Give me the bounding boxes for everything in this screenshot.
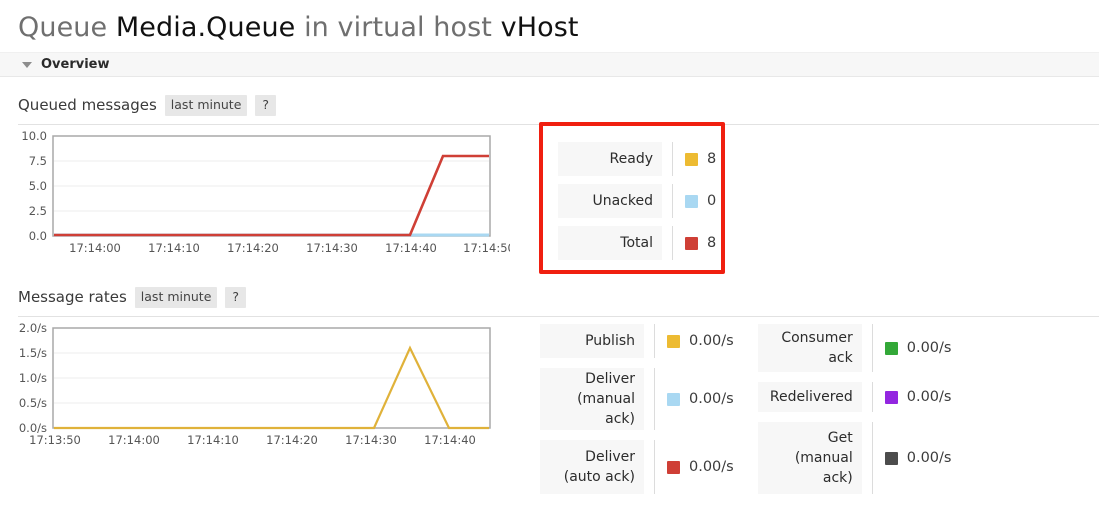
svg-text:17:13:50: 17:13:50 bbox=[29, 433, 81, 445]
legend-label-publish: Publish bbox=[540, 324, 644, 358]
message-rates-legend-left: Publish 0.00/s Deliver (manual ack) 0.00… bbox=[540, 324, 734, 504]
legend-value-consumer-ack: 0.00/s bbox=[873, 324, 952, 372]
legend-number-deliver-auto-ack: 0.00/s bbox=[689, 459, 734, 475]
message-rates-chart: 2.0/s 1.5/s 1.0/s 0.5/s 0.0/s 17:13:50 1… bbox=[0, 320, 510, 445]
legend-label-redelivered: Redelivered bbox=[757, 382, 862, 412]
legend-value-get-manual-ack: 0.00/s bbox=[873, 422, 952, 494]
legend-value-unacked: 0 bbox=[673, 184, 716, 218]
color-swatch-deliver-manual-ack bbox=[667, 392, 680, 406]
svg-text:1.0/s: 1.0/s bbox=[19, 371, 47, 385]
queued-messages-chart: 10.0 7.5 5.0 2.5 0.0 17:14:00 17:14:10 1… bbox=[0, 128, 510, 253]
message-rates-header: Message rates last minute ? bbox=[0, 284, 1099, 317]
section-header-overview[interactable]: Overview bbox=[0, 52, 1099, 77]
color-swatch-total bbox=[685, 236, 698, 250]
legend-value-publish: 0.00/s bbox=[655, 324, 734, 358]
message-rates-period-button[interactable]: last minute bbox=[134, 286, 218, 308]
legend-label-get-manual-ack: Get (manual ack) bbox=[757, 422, 862, 494]
section-header-label: Overview bbox=[41, 57, 110, 72]
legend-row: Deliver (manual ack) 0.00/s bbox=[540, 368, 734, 430]
legend-number-total: 8 bbox=[707, 235, 717, 251]
svg-text:17:14:50: 17:14:50 bbox=[463, 241, 510, 253]
page-title-vhost: vHost bbox=[500, 12, 579, 43]
triangle-down-icon[interactable] bbox=[22, 61, 32, 68]
svg-text:17:14:40: 17:14:40 bbox=[424, 433, 476, 445]
color-swatch-consumer-ack bbox=[884, 341, 898, 355]
legend-value-ready: 8 bbox=[673, 142, 716, 176]
svg-text:17:14:40: 17:14:40 bbox=[385, 241, 437, 253]
svg-text:17:14:30: 17:14:30 bbox=[345, 433, 397, 445]
svg-text:0.0: 0.0 bbox=[29, 229, 47, 243]
svg-text:2.0/s: 2.0/s bbox=[19, 321, 47, 335]
page-title-prefix: Queue bbox=[18, 12, 108, 43]
legend-row: Unacked 0 bbox=[558, 184, 716, 218]
legend-number-publish: 0.00/s bbox=[689, 333, 734, 349]
svg-text:17:14:20: 17:14:20 bbox=[227, 241, 279, 253]
page-title-queue: Media.Queue bbox=[115, 12, 296, 43]
svg-text:2.5: 2.5 bbox=[29, 204, 47, 218]
color-swatch-unacked bbox=[685, 194, 698, 208]
legend-row: Total 8 bbox=[558, 226, 716, 260]
queued-messages-legend: Ready 8 Unacked 0 Total 8 bbox=[558, 142, 716, 268]
queued-messages-header: Queued messages last minute ? bbox=[0, 92, 1099, 125]
legend-value-redelivered: 0.00/s bbox=[873, 382, 952, 412]
color-swatch-publish bbox=[667, 334, 680, 348]
legend-number-consumer-ack: 0.00/s bbox=[906, 340, 952, 356]
svg-text:7.5: 7.5 bbox=[29, 154, 47, 168]
message-rates-caption: Message rates bbox=[18, 288, 127, 306]
legend-label-deliver-auto-ack: Deliver (auto ack) bbox=[540, 440, 644, 494]
svg-text:0.5/s: 0.5/s bbox=[19, 396, 47, 410]
svg-text:5.0: 5.0 bbox=[29, 179, 47, 193]
svg-text:17:14:20: 17:14:20 bbox=[266, 433, 318, 445]
legend-label-consumer-ack: Consumer ack bbox=[757, 324, 862, 372]
legend-number-get-manual-ack: 0.00/s bbox=[906, 450, 952, 466]
svg-text:10.0: 10.0 bbox=[21, 129, 47, 143]
svg-text:17:14:10: 17:14:10 bbox=[187, 433, 239, 445]
legend-label-ready: Ready bbox=[558, 142, 662, 176]
message-rates-legend-right: Consumer ack 0.00/s Redelivered 0.00/s G… bbox=[757, 324, 952, 504]
section-divider bbox=[18, 124, 1099, 125]
legend-number-deliver-manual-ack: 0.00/s bbox=[689, 391, 734, 407]
svg-text:1.5/s: 1.5/s bbox=[19, 346, 47, 360]
message-rates-plot: 2.0/s 1.5/s 1.0/s 0.5/s 0.0/s 17:13:50 1… bbox=[19, 321, 491, 445]
color-swatch-get-manual-ack bbox=[884, 451, 898, 465]
svg-text:17:14:30: 17:14:30 bbox=[306, 241, 358, 253]
page-title-middle: in virtual host bbox=[304, 12, 492, 43]
page-title: Queue Media.Queue in virtual host vHost bbox=[0, 0, 1099, 41]
queued-messages-caption: Queued messages bbox=[18, 96, 157, 114]
message-rates-help-button[interactable]: ? bbox=[225, 286, 247, 308]
legend-number-redelivered: 0.00/s bbox=[906, 389, 952, 405]
queued-messages-plot: 10.0 7.5 5.0 2.5 0.0 17:14:00 17:14:10 1… bbox=[21, 129, 510, 253]
color-swatch-ready bbox=[685, 152, 698, 166]
legend-value-deliver-auto-ack: 0.00/s bbox=[655, 440, 734, 494]
legend-label-unacked: Unacked bbox=[558, 184, 662, 218]
color-swatch-deliver-auto-ack bbox=[667, 460, 680, 474]
legend-row: Redelivered 0.00/s bbox=[757, 382, 952, 412]
legend-number-unacked: 0 bbox=[707, 193, 717, 209]
section-divider bbox=[18, 316, 1099, 317]
legend-label-total: Total bbox=[558, 226, 662, 260]
legend-number-ready: 8 bbox=[707, 151, 717, 167]
legend-label-deliver-manual-ack: Deliver (manual ack) bbox=[540, 368, 644, 430]
svg-text:17:14:00: 17:14:00 bbox=[108, 433, 160, 445]
queued-messages-period-button[interactable]: last minute bbox=[164, 94, 248, 116]
color-swatch-redelivered bbox=[884, 390, 898, 404]
svg-text:17:14:10: 17:14:10 bbox=[148, 241, 200, 253]
legend-row: Deliver (auto ack) 0.00/s bbox=[540, 440, 734, 494]
legend-row: Ready 8 bbox=[558, 142, 716, 176]
queued-messages-help-button[interactable]: ? bbox=[255, 94, 277, 116]
legend-row: Get (manual ack) 0.00/s bbox=[757, 422, 952, 494]
legend-row: Consumer ack 0.00/s bbox=[757, 324, 952, 372]
svg-text:17:14:00: 17:14:00 bbox=[69, 241, 121, 253]
legend-value-deliver-manual-ack: 0.00/s bbox=[655, 368, 734, 430]
legend-value-total: 8 bbox=[673, 226, 716, 260]
legend-row: Publish 0.00/s bbox=[540, 324, 734, 358]
